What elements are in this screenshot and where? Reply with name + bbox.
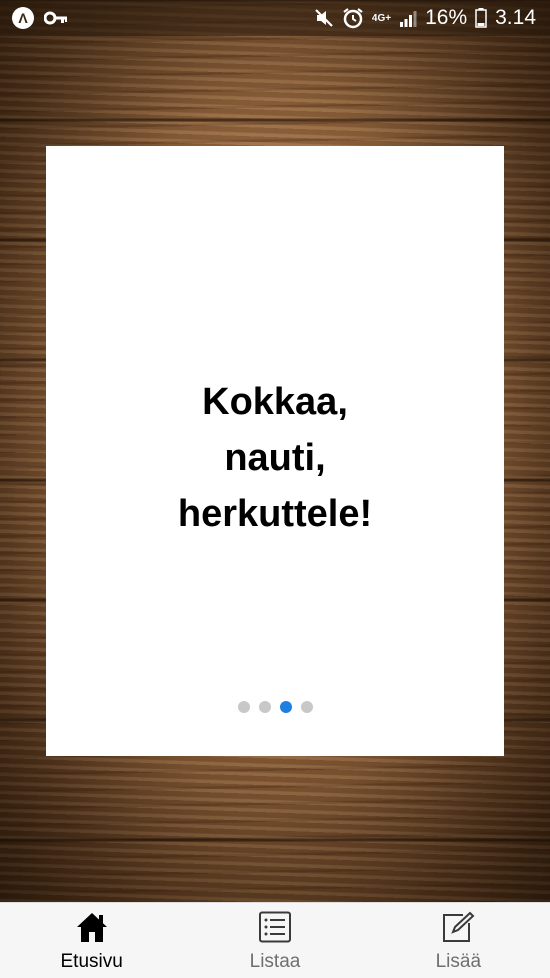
slogan: Kokkaa, nauti, herkuttele! [46, 374, 504, 542]
edit-icon [441, 910, 475, 944]
pager-dots [46, 701, 504, 713]
nav-label-lisaa: Lisää [435, 951, 482, 972]
list-icon [258, 910, 292, 944]
key-icon [44, 11, 68, 25]
clock: 3.14 [495, 6, 536, 29]
pager-dot-2[interactable] [258, 701, 271, 713]
status-left: Λ [12, 7, 68, 29]
nav-item-etusivu[interactable]: Etusivu [0, 903, 183, 978]
battery-percent: 16% [425, 6, 468, 29]
nav-label-listaa: Listaa [249, 951, 301, 972]
pager-dot-3[interactable] [279, 701, 292, 713]
mute-icon [314, 8, 334, 28]
network-label: 4G+ [371, 12, 392, 24]
slogan-line-3: herkuttele! [177, 493, 373, 535]
status-right: 4G+ 16% 3.14 [314, 6, 536, 30]
signal-icon [399, 9, 417, 27]
home-icon [75, 910, 109, 944]
slide-card[interactable]: Kokkaa, nauti, herkuttele! [46, 146, 504, 756]
slogan-line-1: Kokkaa, [202, 381, 348, 423]
bottom-navigation: Etusivu Listaa Lisää [0, 902, 550, 978]
nav-label-etusivu: Etusivu [60, 951, 123, 972]
alarm-icon [342, 7, 364, 29]
battery-icon [475, 8, 487, 28]
app-a-icon: Λ [12, 7, 34, 29]
slogan-line-2: nauti, [224, 437, 326, 479]
nav-item-lisaa[interactable]: Lisää [367, 903, 550, 978]
status-bar: Λ 4G+ 16% 3.14 [0, 0, 550, 36]
pager-dot-4[interactable] [300, 701, 313, 713]
pager-dot-1[interactable] [237, 701, 250, 713]
nav-item-listaa[interactable]: Listaa [183, 903, 366, 978]
network-4g-icon: 4G+ [371, 12, 392, 24]
